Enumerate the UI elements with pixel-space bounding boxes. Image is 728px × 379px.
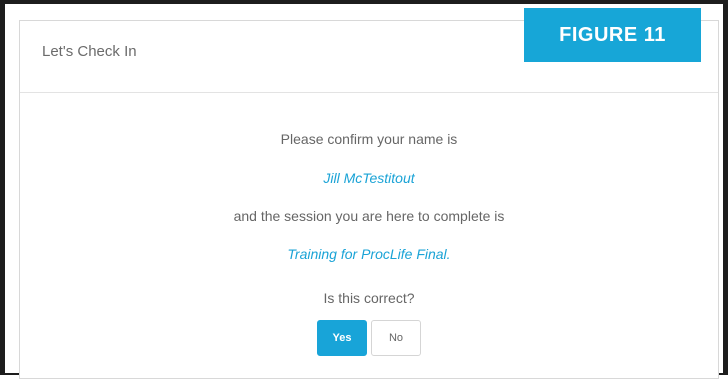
- yes-button[interactable]: Yes: [317, 320, 367, 356]
- session-text: and the session you are here to complete…: [233, 208, 505, 224]
- dialog-title: Let's Check In: [42, 43, 137, 60]
- dialog-body: Please confirm your name is Jill McTesti…: [20, 93, 718, 378]
- confirmation-question: Is this correct?: [323, 290, 415, 306]
- confirm-name-text: Please confirm your name is: [280, 131, 458, 147]
- figure-label: FIGURE 11: [524, 8, 701, 62]
- session-name: Training for ProcLife Final.: [287, 246, 451, 262]
- figure-frame: Let's Check In Please confirm your name …: [0, 0, 728, 379]
- confirmation-buttons: Yes No: [20, 320, 718, 356]
- no-button[interactable]: No: [371, 320, 421, 356]
- user-name: Jill McTestitout: [323, 170, 415, 186]
- check-in-dialog: Let's Check In Please confirm your name …: [19, 20, 719, 379]
